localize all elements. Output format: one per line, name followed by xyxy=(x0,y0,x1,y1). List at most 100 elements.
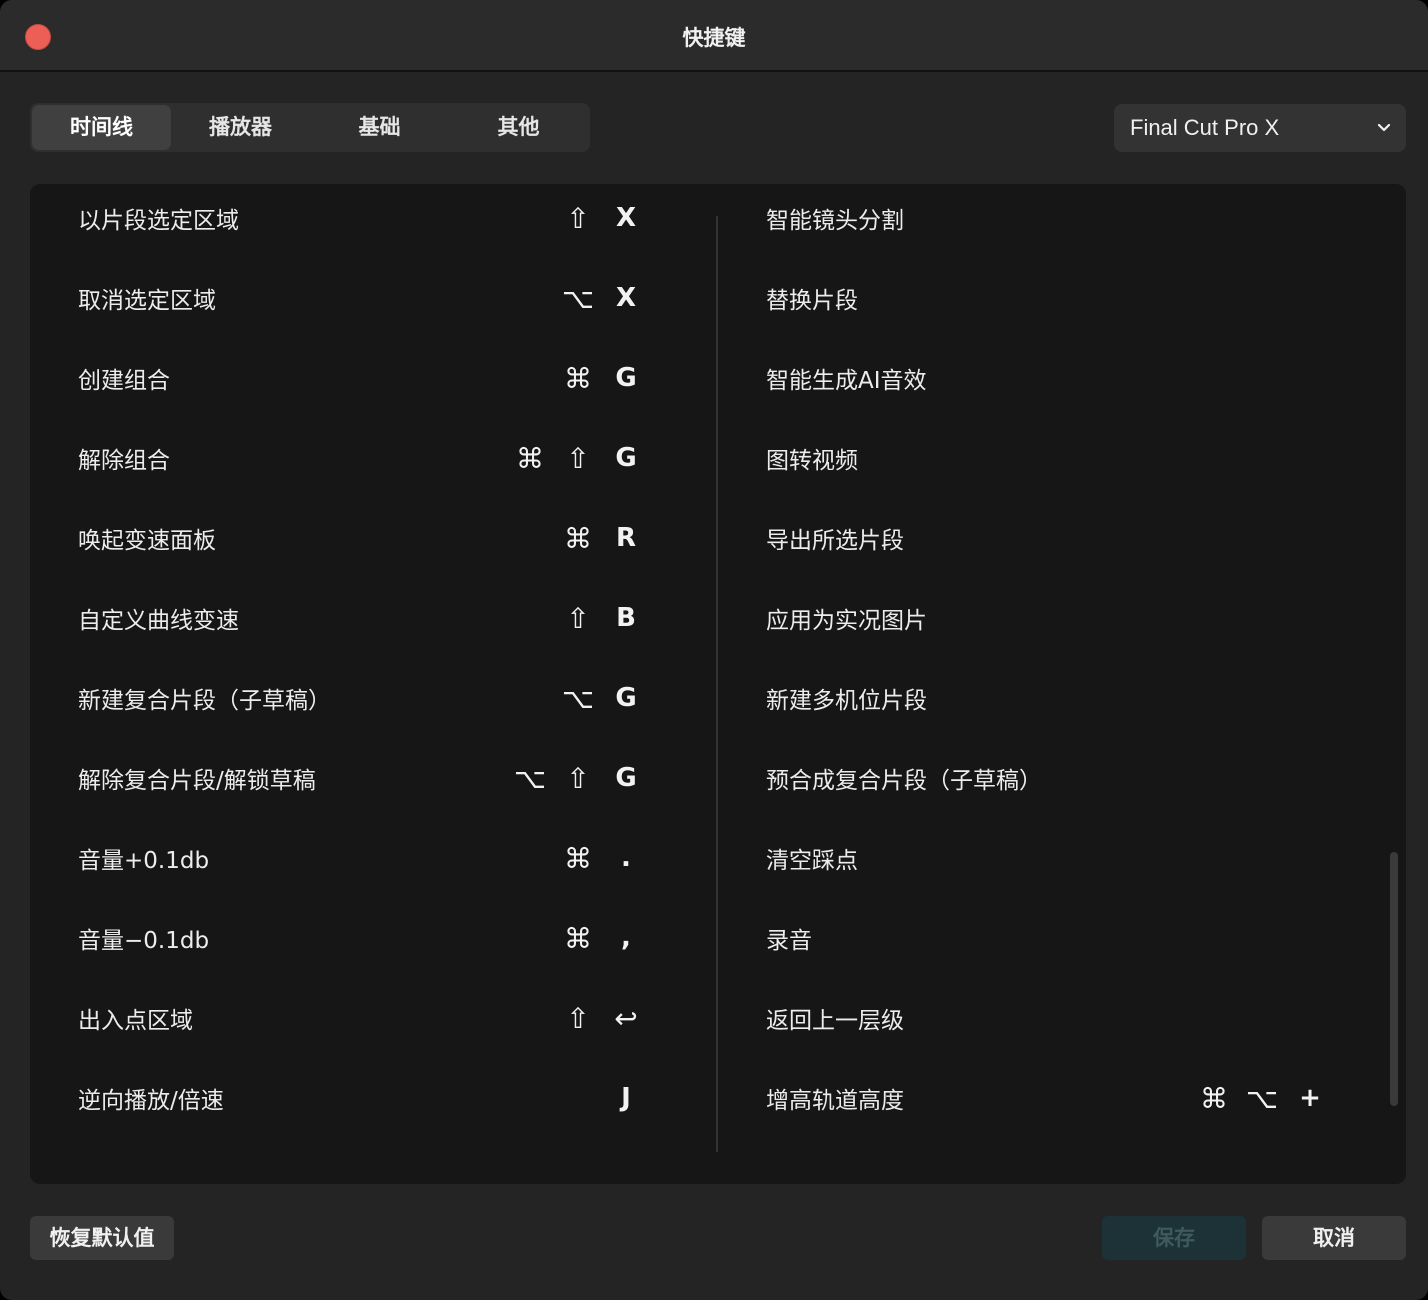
shortcut-label: 返回上一层级 xyxy=(766,1008,904,1034)
shortcut-row[interactable]: 增高轨道高度 ⌘ ⌥ + xyxy=(718,1058,1406,1138)
shortcut-row[interactable]: 录音 xyxy=(718,898,1406,978)
scrollbar-thumb[interactable] xyxy=(1390,852,1398,1106)
shortcut-label: 新建多机位片段 xyxy=(766,688,927,714)
preset-select[interactable]: Final Cut Pro X xyxy=(1114,104,1406,152)
shortcut-label: 唤起变速面板 xyxy=(78,528,216,554)
option-key-icon: ⌥ xyxy=(561,681,595,715)
shortcut-label: 导出所选片段 xyxy=(766,528,904,554)
shortcut-row[interactable]: 逆向播放/倍速 J xyxy=(30,1058,716,1138)
option-key-icon: ⌥ xyxy=(513,761,547,795)
tab-player[interactable]: 播放器 xyxy=(171,105,310,150)
tab-timeline[interactable]: 时间线 xyxy=(32,105,171,150)
shortcut-keys: ⇧ ↩ xyxy=(554,998,650,1038)
shift-key-icon: ⇧ xyxy=(566,1001,590,1035)
key-label: R xyxy=(615,523,637,553)
shortcut-row[interactable]: 音量−0.1db ⌘, xyxy=(30,898,716,978)
shortcut-row[interactable]: 创建组合 ⌘ G xyxy=(30,338,716,418)
shortcut-keys: ⌥ G xyxy=(554,678,650,718)
save-button[interactable]: 保存 xyxy=(1102,1216,1246,1260)
shortcut-row[interactable]: 唤起变速面板 ⌘ R xyxy=(30,498,716,578)
shortcut-row[interactable]: 返回上一层级 xyxy=(718,978,1406,1058)
shortcut-row[interactable]: 新建复合片段（子草稿） ⌥ G xyxy=(30,658,716,738)
shortcut-label: 新建复合片段（子草稿） xyxy=(78,688,331,714)
key-label: X xyxy=(615,203,637,233)
shortcut-label: 增高轨道高度 xyxy=(766,1088,904,1114)
shortcut-row[interactable]: 新建多机位片段 xyxy=(718,658,1406,738)
shortcut-label: 图转视频 xyxy=(766,448,858,474)
key-label: B xyxy=(616,603,636,633)
shortcut-keys: ⌥ ⇧ G xyxy=(506,758,650,798)
shortcut-list-panel: 以片段选定区域 ⇧ X 取消选定区域 ⌥ X 创建组合 ⌘ G 解除组合 ⌘ ⇧ G 唤起变速面板 ⌘ R 自定… xyxy=(30,184,1406,1184)
shortcut-label: 音量+0.1db xyxy=(78,848,210,874)
shortcut-keys: ⌘. xyxy=(554,838,650,878)
command-key-icon: ⌘ xyxy=(1200,1081,1228,1115)
shortcut-keys: ⌘ ⇧ G xyxy=(506,438,650,478)
shift-key-icon: ⇧ xyxy=(566,601,590,635)
shortcut-keys: J xyxy=(602,1078,650,1118)
shortcut-row[interactable]: 智能镜头分割 xyxy=(718,184,1406,258)
option-key-icon: ⌥ xyxy=(561,281,595,315)
shortcut-label: 应用为实况图片 xyxy=(766,608,927,634)
key-label: G xyxy=(615,443,637,473)
shortcut-label: 替换片段 xyxy=(766,288,858,314)
shortcuts-window: 快捷键 时间线 播放器 基础 其他 Final Cut Pro X 以片段选定区… xyxy=(0,0,1428,1300)
shift-key-icon: ⇧ xyxy=(566,441,590,475)
title-bar: 快捷键 xyxy=(0,0,1428,72)
shortcut-label: 自定义曲线变速 xyxy=(78,608,239,634)
shortcut-label: 音量−0.1db xyxy=(78,928,210,954)
shortcut-label: 预合成复合片段（子草稿） xyxy=(766,768,1042,794)
key-label: G xyxy=(615,763,637,793)
shortcut-keys: ⌘ R xyxy=(554,518,650,558)
command-key-icon: ⌘ xyxy=(564,841,592,875)
shortcut-row[interactable]: 取消选定区域 ⌥ X xyxy=(30,258,716,338)
shortcut-label: 解除组合 xyxy=(78,448,170,474)
shortcut-label: 逆向播放/倍速 xyxy=(78,1088,224,1114)
tab-other[interactable]: 其他 xyxy=(449,105,588,150)
shortcut-row[interactable]: 智能生成AI音效 xyxy=(718,338,1406,418)
shift-key-icon: ⇧ xyxy=(566,201,590,235)
shortcut-label: 清空踩点 xyxy=(766,848,858,874)
key-label: + xyxy=(1299,1083,1321,1113)
return-key-icon: ↩ xyxy=(614,1001,638,1035)
key-label: X xyxy=(615,283,637,313)
shortcut-row[interactable]: 自定义曲线变速 ⇧ B xyxy=(30,578,716,658)
shortcut-keys: ⌥ X xyxy=(554,278,650,318)
tab-basic[interactable]: 基础 xyxy=(310,105,449,150)
command-key-icon: ⌘ xyxy=(564,921,592,955)
shortcut-keys: ⌘ ⌥ + xyxy=(1190,1078,1334,1118)
shortcut-label: 解除复合片段/解锁草稿 xyxy=(78,768,316,794)
shortcut-label: 智能镜头分割 xyxy=(766,208,904,234)
shortcut-row[interactable]: 导出所选片段 xyxy=(718,498,1406,578)
key-label: G xyxy=(615,683,637,713)
key-label: G xyxy=(615,363,637,393)
chevron-down-icon xyxy=(1377,123,1391,132)
shift-key-icon: ⇧ xyxy=(566,761,590,795)
category-tabs: 时间线 播放器 基础 其他 xyxy=(30,103,590,152)
shortcut-row[interactable]: 替换片段 xyxy=(718,258,1406,338)
shortcut-label: 出入点区域 xyxy=(78,1008,193,1034)
shortcut-row[interactable]: 图转视频 xyxy=(718,418,1406,498)
shortcut-keys: ⌘ G xyxy=(554,358,650,398)
shortcut-row[interactable]: 出入点区域 ⇧ ↩ xyxy=(30,978,716,1058)
shortcut-label: 智能生成AI音效 xyxy=(766,368,927,394)
command-key-icon: ⌘ xyxy=(516,441,544,475)
shortcut-row[interactable]: 以片段选定区域 ⇧ X xyxy=(30,184,716,258)
command-key-icon: ⌘ xyxy=(564,521,592,555)
shortcut-row[interactable]: 音量+0.1db ⌘. xyxy=(30,818,716,898)
window-title: 快捷键 xyxy=(682,26,746,50)
restore-defaults-button[interactable]: 恢复默认值 xyxy=(30,1216,174,1260)
shortcut-keys: ⌘, xyxy=(554,918,650,958)
preset-value: Final Cut Pro X xyxy=(1130,115,1280,140)
shortcut-label: 取消选定区域 xyxy=(78,288,216,314)
shortcut-row[interactable]: 应用为实况图片 xyxy=(718,578,1406,658)
shortcut-row[interactable]: 清空踩点 xyxy=(718,818,1406,898)
shortcut-keys: ⇧ B xyxy=(554,598,650,638)
shortcut-label: 以片段选定区域 xyxy=(78,208,239,234)
key-label: , xyxy=(621,923,631,953)
command-key-icon: ⌘ xyxy=(564,361,592,395)
cancel-button[interactable]: 取消 xyxy=(1262,1216,1406,1260)
key-label: J xyxy=(621,1083,631,1113)
shortcut-row[interactable]: 解除复合片段/解锁草稿 ⌥ ⇧ G xyxy=(30,738,716,818)
shortcut-row[interactable]: 解除组合 ⌘ ⇧ G xyxy=(30,418,716,498)
shortcut-row[interactable]: 预合成复合片段（子草稿） xyxy=(718,738,1406,818)
